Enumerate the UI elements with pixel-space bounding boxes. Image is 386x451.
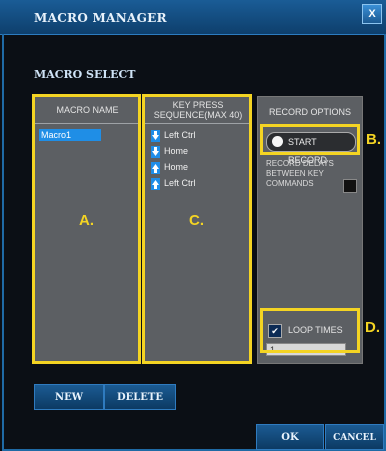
record-options-title: RECORD OPTIONS xyxy=(268,107,351,117)
cancel-button[interactable]: CANCEL xyxy=(325,424,384,450)
record-options-panel: RECORD OPTIONS START RECORD RECORD DELAY… xyxy=(257,96,363,364)
record-delays-label: RECORD DELAYS BETWEEN KEY COMMANDS xyxy=(266,159,334,188)
ok-button[interactable]: OK xyxy=(256,424,324,450)
key-sequence-key: Left Ctrl xyxy=(164,178,196,188)
key-sequence-row[interactable]: Left Ctrl xyxy=(151,175,231,191)
key-sequence-header: KEY PRESS SEQUENCE(MAX 40) xyxy=(145,97,251,124)
start-record-button[interactable]: START RECORD xyxy=(266,132,356,165)
key-sequence-key: Home xyxy=(164,162,189,172)
macro-manager-window: MACRO MANAGER X MACRO SELECT MACRO NAME … xyxy=(0,0,386,451)
key-sequence-row[interactable]: Left Ctrl xyxy=(151,127,231,143)
key-sequence-row[interactable]: Home xyxy=(151,143,231,159)
arrow-down-icon xyxy=(151,129,160,142)
annotation-a: A. xyxy=(79,212,94,229)
loop-times-input[interactable]: 1 xyxy=(266,343,346,356)
arrow-up-icon xyxy=(151,161,160,174)
macro-name-header-label: MACRO NAME xyxy=(56,105,119,115)
key-sequence-key: Left Ctrl xyxy=(164,130,196,140)
title-bar: MACRO MANAGER X xyxy=(0,0,386,35)
close-button[interactable]: X xyxy=(362,4,382,24)
macro-list-item[interactable]: Macro1 xyxy=(39,129,101,141)
key-sequence-panel: KEY PRESS SEQUENCE(MAX 40) Left Ctrl Home… xyxy=(144,96,252,364)
macro-name-header: MACRO NAME xyxy=(35,97,140,124)
annotation-d: D. xyxy=(365,319,380,336)
arrow-down-icon xyxy=(151,145,160,158)
loop-times-checkbox[interactable]: ✔ xyxy=(268,324,282,338)
key-sequence-header-line2: SEQUENCE(MAX 40) xyxy=(153,110,243,120)
arrow-up-icon xyxy=(151,177,160,190)
record-dot-icon xyxy=(272,136,283,147)
delete-button[interactable]: DELETE xyxy=(104,384,176,410)
annotation-c: C. xyxy=(189,212,204,229)
new-button[interactable]: NEW xyxy=(34,384,104,410)
key-sequence-key: Home xyxy=(164,146,189,156)
macro-list-panel: MACRO NAME Macro1 xyxy=(34,96,141,364)
key-sequence-row[interactable]: Home xyxy=(151,159,231,175)
window-title: MACRO MANAGER xyxy=(34,11,167,25)
record-delays-checkbox[interactable] xyxy=(343,179,357,193)
section-title: MACRO SELECT xyxy=(34,68,136,81)
loop-times-label: LOOP TIMES xyxy=(288,325,343,335)
key-sequence-header-line1: KEY PRESS xyxy=(172,100,224,110)
annotation-b: B. xyxy=(366,131,381,148)
